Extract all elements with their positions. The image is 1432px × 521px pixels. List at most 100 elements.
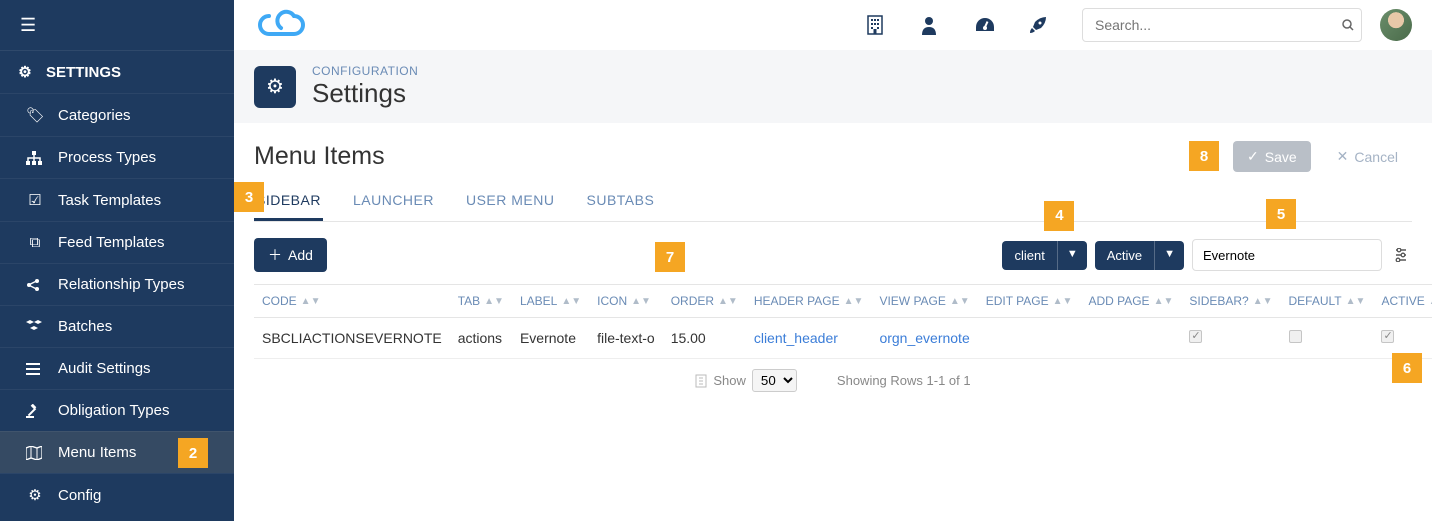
- app-logo[interactable]: [254, 8, 312, 42]
- sidebar-item-label: Task Templates: [58, 192, 218, 209]
- breadcrumb: CONFIGURATION: [312, 64, 418, 78]
- sidebar-item-label: Relationship Types: [58, 276, 218, 293]
- gear-icon: ⚙: [254, 66, 296, 108]
- search-icon[interactable]: [1342, 19, 1354, 31]
- sort-icon: ▲▼: [1253, 299, 1273, 304]
- table-footer: Show 50 Showing Rows 1-1 of 1 6: [254, 359, 1412, 402]
- cell-edit-page: [978, 318, 1081, 359]
- cell-tab: actions: [450, 318, 512, 359]
- filter-active-label[interactable]: Active: [1095, 241, 1154, 270]
- tags-icon: 🏷: [26, 106, 44, 124]
- sidebar-item-batches[interactable]: Batches: [0, 305, 234, 347]
- col-code[interactable]: CODE▲▼: [254, 285, 450, 318]
- gavel-icon: [26, 404, 44, 418]
- annotation-6: 6: [1392, 353, 1422, 383]
- checkbox-icon: [1381, 330, 1394, 343]
- cell-code: SBCLIACTIONSEVERNOTE: [254, 318, 450, 359]
- sort-icon: ▲▼: [631, 299, 651, 304]
- sort-icon: ▲▼: [1053, 299, 1073, 304]
- sort-icon: ▲▼: [950, 299, 970, 304]
- annotation-4: 4: [1044, 201, 1074, 231]
- col-order[interactable]: ORDER▲▼: [663, 285, 746, 318]
- rows-info: Showing Rows 1-1 of 1: [837, 373, 971, 388]
- chevron-down-icon[interactable]: ▼: [1154, 241, 1184, 270]
- checkbox-icon: [1189, 330, 1202, 343]
- sidebar-item-relationship-types[interactable]: Relationship Types: [0, 263, 234, 305]
- sliders-icon[interactable]: [1390, 248, 1412, 262]
- col-label[interactable]: LABEL▲▼: [512, 285, 589, 318]
- close-icon: ✕: [1337, 148, 1349, 165]
- chevron-down-icon[interactable]: ▼: [1057, 241, 1087, 270]
- hamburger-icon[interactable]: ☰: [20, 15, 36, 36]
- tab-launcher[interactable]: LAUNCHER: [351, 182, 436, 221]
- checkbox-icon: [1289, 330, 1302, 343]
- page-size-select[interactable]: 50: [752, 369, 797, 392]
- col-edit-page[interactable]: EDIT PAGE▲▼: [978, 285, 1081, 318]
- page-header: ⚙ CONFIGURATION Settings: [234, 50, 1432, 123]
- check-icon: ✓: [1247, 148, 1259, 165]
- save-label: Save: [1265, 149, 1297, 165]
- user-avatar[interactable]: [1380, 9, 1412, 41]
- annotation-3: 3: [234, 182, 264, 212]
- search-input[interactable]: [1082, 8, 1362, 42]
- tab-sidebar[interactable]: SIDEBAR: [254, 182, 323, 221]
- sidebar-item-audit-settings[interactable]: Audit Settings: [0, 347, 234, 389]
- table-row[interactable]: SBCLIACTIONSEVERNOTE actions Evernote fi…: [254, 318, 1432, 359]
- sidebar-item-feed-templates[interactable]: ⧉ Feed Templates: [0, 221, 234, 263]
- col-header-page[interactable]: HEADER PAGE▲▼: [746, 285, 872, 318]
- building-icon[interactable]: [866, 15, 912, 35]
- sidebar-item-obligation-types[interactable]: Obligation Types: [0, 389, 234, 431]
- copy-icon: ⧉: [26, 234, 44, 251]
- sidebar-item-categories[interactable]: 🏷 Categories: [0, 93, 234, 136]
- rocket-icon[interactable]: [1028, 15, 1074, 35]
- sidebar-header-label: SETTINGS: [46, 64, 121, 81]
- cell-add-page: [1080, 318, 1181, 359]
- export-icon[interactable]: [695, 374, 707, 388]
- filter-client-dropdown[interactable]: client ▼ 4: [1002, 241, 1086, 270]
- page-title: Settings: [312, 78, 418, 109]
- annotation-5: 5: [1266, 199, 1296, 229]
- tab-subtabs[interactable]: SUBTABS: [585, 182, 657, 221]
- plus-icon: ＋: [268, 245, 282, 265]
- col-icon[interactable]: ICON▲▼: [589, 285, 663, 318]
- col-add-page[interactable]: ADD PAGE▲▼: [1080, 285, 1181, 318]
- save-button[interactable]: ✓ Save: [1233, 141, 1311, 172]
- sidebar-item-menu-items[interactable]: Menu Items 2: [0, 431, 234, 473]
- add-label: Add: [288, 247, 313, 263]
- sitemap-icon: [26, 151, 44, 165]
- gear-icon: ⚙: [16, 63, 34, 81]
- sort-icon: ▲▼: [1154, 299, 1174, 304]
- sidebar-item-label: Feed Templates: [58, 234, 218, 251]
- filter-active-dropdown[interactable]: Active ▼: [1095, 241, 1184, 270]
- sort-icon: ▲▼: [484, 299, 504, 304]
- check-square-icon: ☑: [26, 191, 44, 209]
- add-button[interactable]: ＋ Add: [254, 238, 327, 272]
- cell-label: Evernote: [512, 318, 589, 359]
- user-icon[interactable]: [920, 15, 966, 35]
- cancel-button[interactable]: ✕ Cancel: [1323, 141, 1412, 172]
- sidebar-item-config[interactable]: ⚙ Config: [0, 473, 234, 516]
- col-tab[interactable]: TAB▲▼: [450, 285, 512, 318]
- col-default[interactable]: DEFAULT▲▼: [1281, 285, 1374, 318]
- cell-order: 15.00: [663, 318, 746, 359]
- data-table: CODE▲▼ TAB▲▼ LABEL▲▼ ICON▲▼ ORDER▲▼ HEAD…: [254, 284, 1432, 359]
- sidebar-item-process-types[interactable]: Process Types: [0, 136, 234, 178]
- sidebar-item-label: Obligation Types: [58, 402, 218, 419]
- sort-icon: ▲▼: [718, 299, 738, 304]
- cell-default: [1281, 318, 1374, 359]
- col-active[interactable]: ACTIVE▲▼: [1373, 285, 1432, 318]
- sidebar-item-task-templates[interactable]: ☑ Task Templates: [0, 178, 234, 221]
- dashboard-icon[interactable]: [974, 16, 1020, 34]
- filter-client-label[interactable]: client: [1002, 241, 1056, 270]
- sidebar-item-label: Categories: [58, 107, 218, 124]
- cell-view-page[interactable]: orgn_evernote: [871, 318, 977, 359]
- col-view-page[interactable]: VIEW PAGE▲▼: [871, 285, 977, 318]
- sort-icon: ▲▼: [561, 299, 581, 304]
- show-label: Show: [713, 373, 746, 388]
- col-sidebar[interactable]: SIDEBAR?▲▼: [1181, 285, 1280, 318]
- tab-user-menu[interactable]: USER MENU: [464, 182, 557, 221]
- cell-header-page[interactable]: client_header: [746, 318, 872, 359]
- sidebar-item-label: Batches: [58, 318, 218, 335]
- sort-icon: ▲▼: [844, 299, 864, 304]
- filter-text-input[interactable]: [1192, 239, 1382, 271]
